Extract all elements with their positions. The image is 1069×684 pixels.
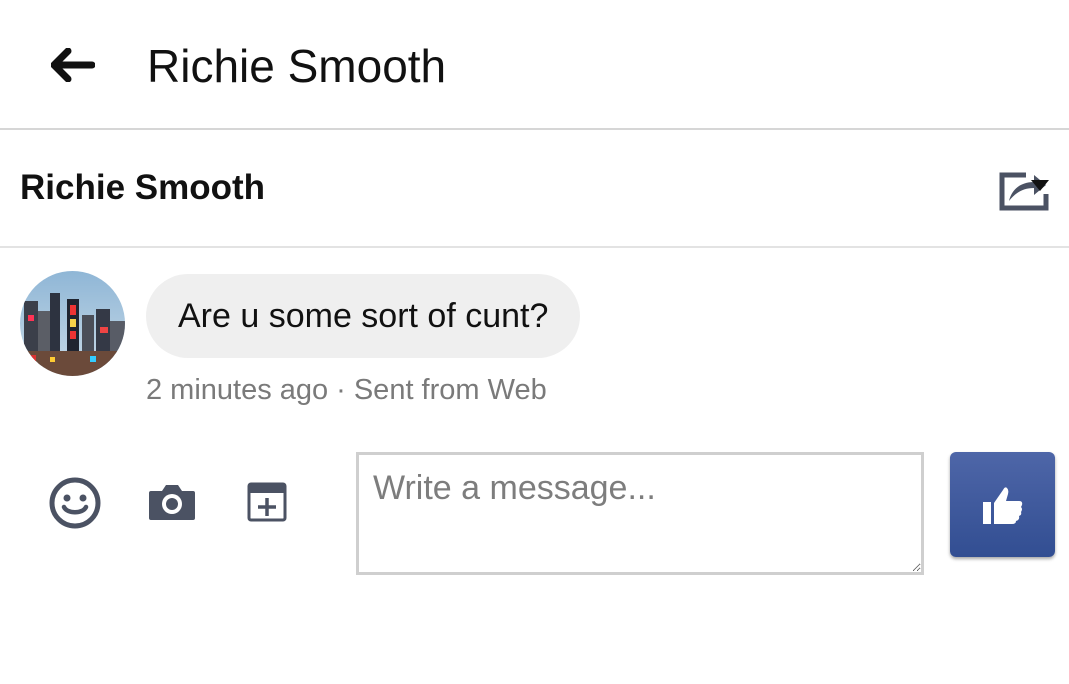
sticker-button[interactable] [245,480,289,524]
meta-separator: · [336,374,346,406]
camera-button[interactable] [146,480,198,524]
thumbs-up-icon [982,486,1022,524]
thread-name[interactable]: Richie Smooth [20,166,265,210]
message-meta: 2 minutes ago · Sent from Web [146,372,547,408]
camera-icon [149,485,195,520]
message-bubble: Are u some sort of cunt? [146,274,581,358]
sticker-icon [247,482,287,522]
message-source: Sent from Web [353,374,547,406]
page-title: Richie Smooth [147,40,447,92]
messenger-app: Richie Smooth Richie Smooth Are u some s… [0,0,1069,684]
back-button[interactable] [44,38,102,92]
thread-header: Richie Smooth [0,130,1069,248]
like-send-button[interactable] [950,452,1055,557]
share-dropdown-icon [999,172,1049,211]
message-time: 2 minutes ago [146,374,329,406]
arrow-left-icon [51,48,95,82]
message-input[interactable] [356,452,924,575]
share-button[interactable] [996,164,1052,214]
avatar-photo [20,271,125,376]
emoji-icon [49,477,101,529]
avatar[interactable] [20,271,125,376]
app-bar: Richie Smooth [0,0,1069,130]
message-text: Are u some sort of cunt? [178,296,549,335]
emoji-button[interactable] [48,476,102,530]
